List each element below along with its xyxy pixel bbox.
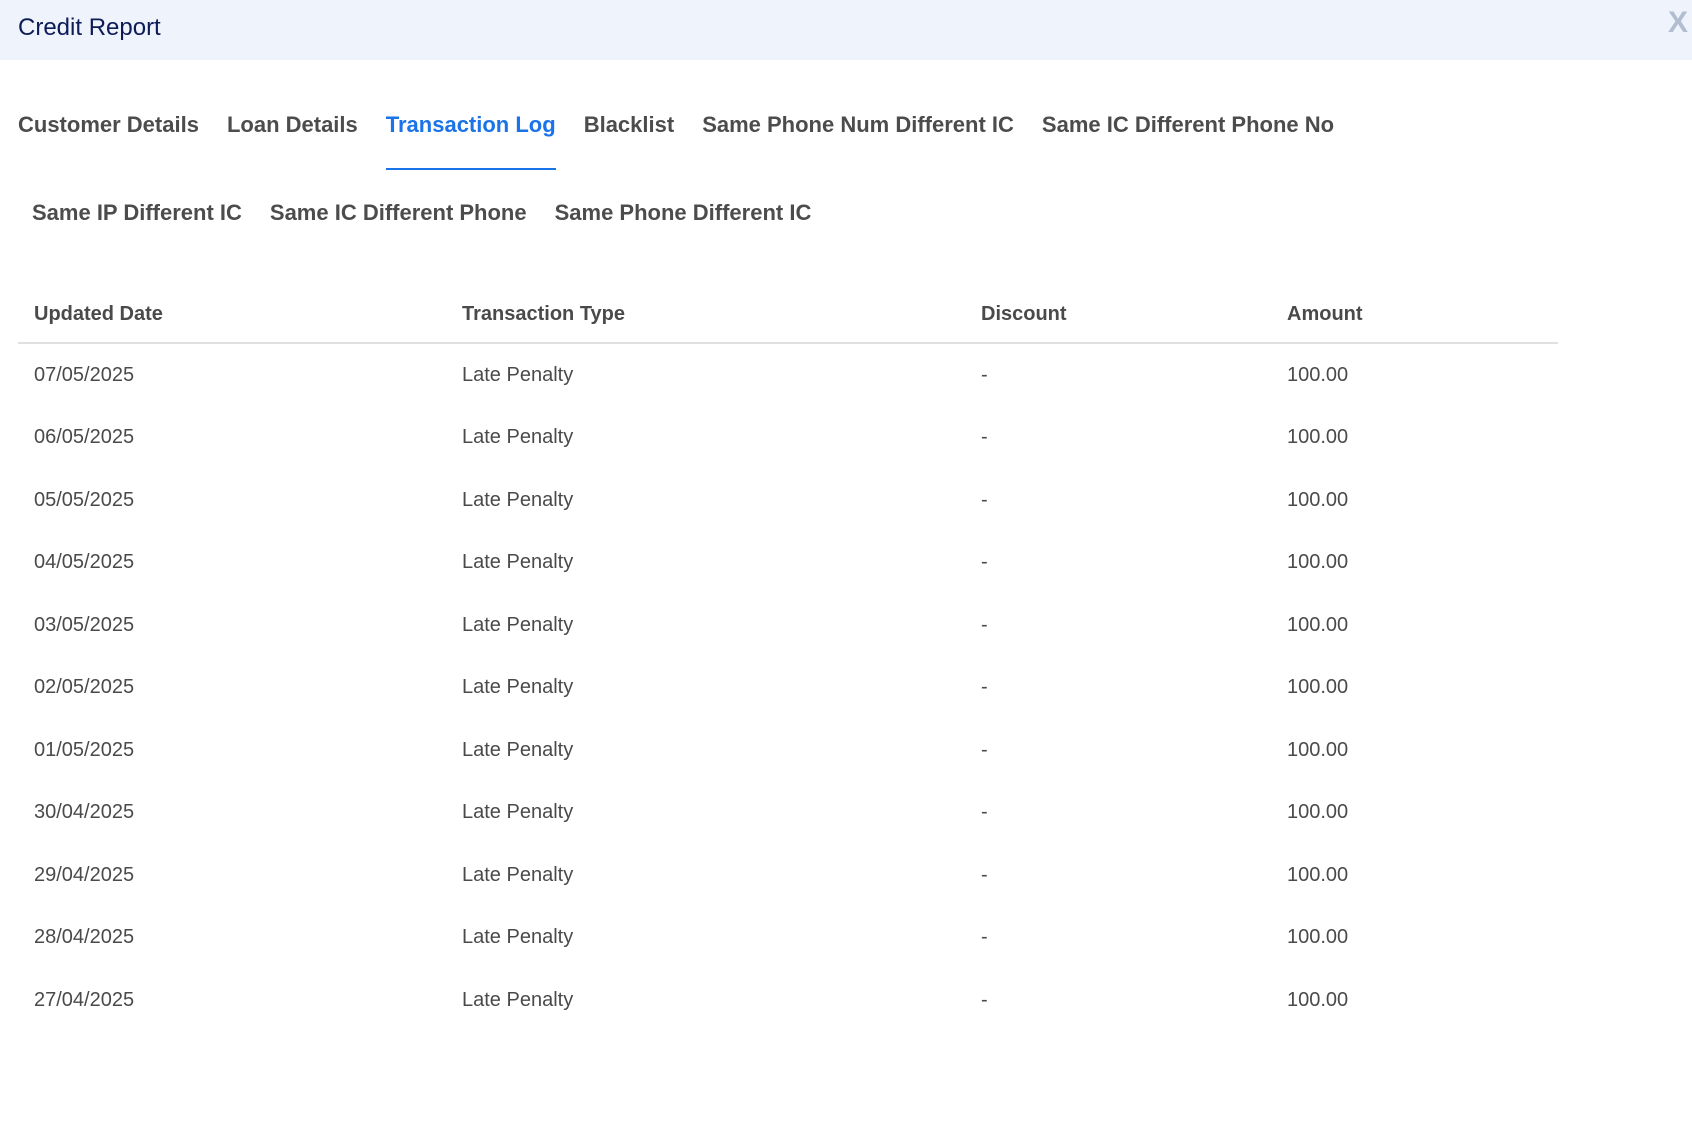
cell-transaction-type: Late Penalty: [462, 363, 574, 386]
tab-transaction-log[interactable]: Transaction Log: [385, 108, 556, 170]
cell-amount: 100.00: [1287, 551, 1349, 574]
tab-same-ic-different-phone-no[interactable]: Same IC Different Phone No: [1042, 108, 1334, 142]
table-row: 30/04/2025 Late Penalty - 100.00: [18, 782, 1558, 845]
cell-discount: -: [981, 551, 988, 574]
tab-loan-details[interactable]: Loan Details: [227, 108, 358, 142]
cell-transaction-type: Late Penalty: [462, 426, 574, 449]
tab-bar-row-2: Same IP Different IC Same IC Different P…: [32, 196, 811, 230]
table-row: 01/05/2025 Late Penalty - 100.00: [18, 719, 1558, 782]
tab-same-ic-different-phone[interactable]: Same IC Different Phone: [270, 196, 527, 230]
table-row: 05/05/2025 Late Penalty - 100.00: [18, 469, 1558, 532]
tab-customer-details[interactable]: Customer Details: [18, 108, 199, 142]
table-row: 02/05/2025 Late Penalty - 100.00: [18, 657, 1558, 720]
column-header-transaction-type: Transaction Type: [446, 286, 965, 344]
cell-amount: 100.00: [1287, 863, 1349, 886]
cell-discount: -: [981, 613, 988, 636]
modal-title: Credit Report: [18, 14, 161, 41]
cell-updated-date: 29/04/2025: [34, 863, 135, 886]
cell-discount: -: [981, 676, 988, 699]
cell-discount: -: [981, 488, 988, 511]
cell-updated-date: 27/04/2025: [34, 988, 135, 1011]
cell-amount: 100.00: [1287, 801, 1349, 824]
cell-transaction-type: Late Penalty: [462, 988, 574, 1011]
cell-transaction-type: Late Penalty: [462, 551, 574, 574]
column-header-discount: Discount: [965, 286, 1271, 344]
cell-updated-date: 04/05/2025: [34, 551, 135, 574]
cell-discount: -: [981, 801, 988, 824]
cell-discount: -: [981, 363, 988, 386]
cell-discount: -: [981, 988, 988, 1011]
transaction-table: Updated Date Transaction Type Discount A…: [18, 286, 1558, 1032]
tab-same-phone-num-different-ic[interactable]: Same Phone Num Different IC: [702, 108, 1014, 142]
tab-same-ip-different-ic[interactable]: Same IP Different IC: [32, 196, 242, 230]
cell-discount: -: [981, 926, 988, 949]
cell-amount: 100.00: [1287, 426, 1349, 449]
cell-transaction-type: Late Penalty: [462, 926, 574, 949]
cell-updated-date: 02/05/2025: [34, 676, 135, 699]
tab-same-phone-different-ic[interactable]: Same Phone Different IC: [555, 196, 812, 230]
cell-updated-date: 30/04/2025: [34, 801, 135, 824]
cell-amount: 100.00: [1287, 676, 1349, 699]
cell-transaction-type: Late Penalty: [462, 488, 574, 511]
column-header-amount: Amount: [1271, 286, 1558, 344]
cell-amount: 100.00: [1287, 738, 1349, 761]
cell-transaction-type: Late Penalty: [462, 801, 574, 824]
cell-transaction-type: Late Penalty: [462, 676, 574, 699]
cell-discount: -: [981, 426, 988, 449]
cell-updated-date: 05/05/2025: [34, 488, 135, 511]
column-header-updated-date: Updated Date: [18, 286, 446, 344]
cell-updated-date: 01/05/2025: [34, 738, 135, 761]
cell-amount: 100.00: [1287, 363, 1349, 386]
table-row: 03/05/2025 Late Penalty - 100.00: [18, 594, 1558, 657]
cell-updated-date: 07/05/2025: [34, 363, 135, 386]
table-row: 04/05/2025 Late Penalty - 100.00: [18, 532, 1558, 595]
table-row: 27/04/2025 Late Penalty - 100.00: [18, 969, 1558, 1032]
cell-discount: -: [981, 738, 988, 761]
table-row: 06/05/2025 Late Penalty - 100.00: [18, 407, 1558, 470]
cell-amount: 100.00: [1287, 613, 1349, 636]
modal-header: Credit Report X: [0, 0, 1692, 60]
cell-transaction-type: Late Penalty: [462, 863, 574, 886]
cell-amount: 100.00: [1287, 988, 1349, 1011]
cell-amount: 100.00: [1287, 488, 1349, 511]
cell-discount: -: [981, 863, 988, 886]
cell-updated-date: 03/05/2025: [34, 613, 135, 636]
close-icon[interactable]: X: [1668, 6, 1692, 40]
table-header-row: Updated Date Transaction Type Discount A…: [18, 286, 1558, 344]
tab-blacklist[interactable]: Blacklist: [584, 108, 675, 142]
tab-bar-row-1: Customer Details Loan Details Transactio…: [18, 108, 1334, 170]
table-row: 07/05/2025 Late Penalty - 100.00: [18, 343, 1558, 407]
cell-transaction-type: Late Penalty: [462, 738, 574, 761]
table-body: 07/05/2025 Late Penalty - 100.00 06/05/2025 L…: [18, 343, 1558, 1032]
cell-transaction-type: Late Penalty: [462, 613, 574, 636]
table-row: 29/04/2025 Late Penalty - 100.00: [18, 844, 1558, 907]
table-row: 28/04/2025 Late Penalty - 100.00: [18, 907, 1558, 970]
cell-updated-date: 28/04/2025: [34, 926, 135, 949]
cell-amount: 100.00: [1287, 926, 1349, 949]
cell-updated-date: 06/05/2025: [34, 426, 135, 449]
